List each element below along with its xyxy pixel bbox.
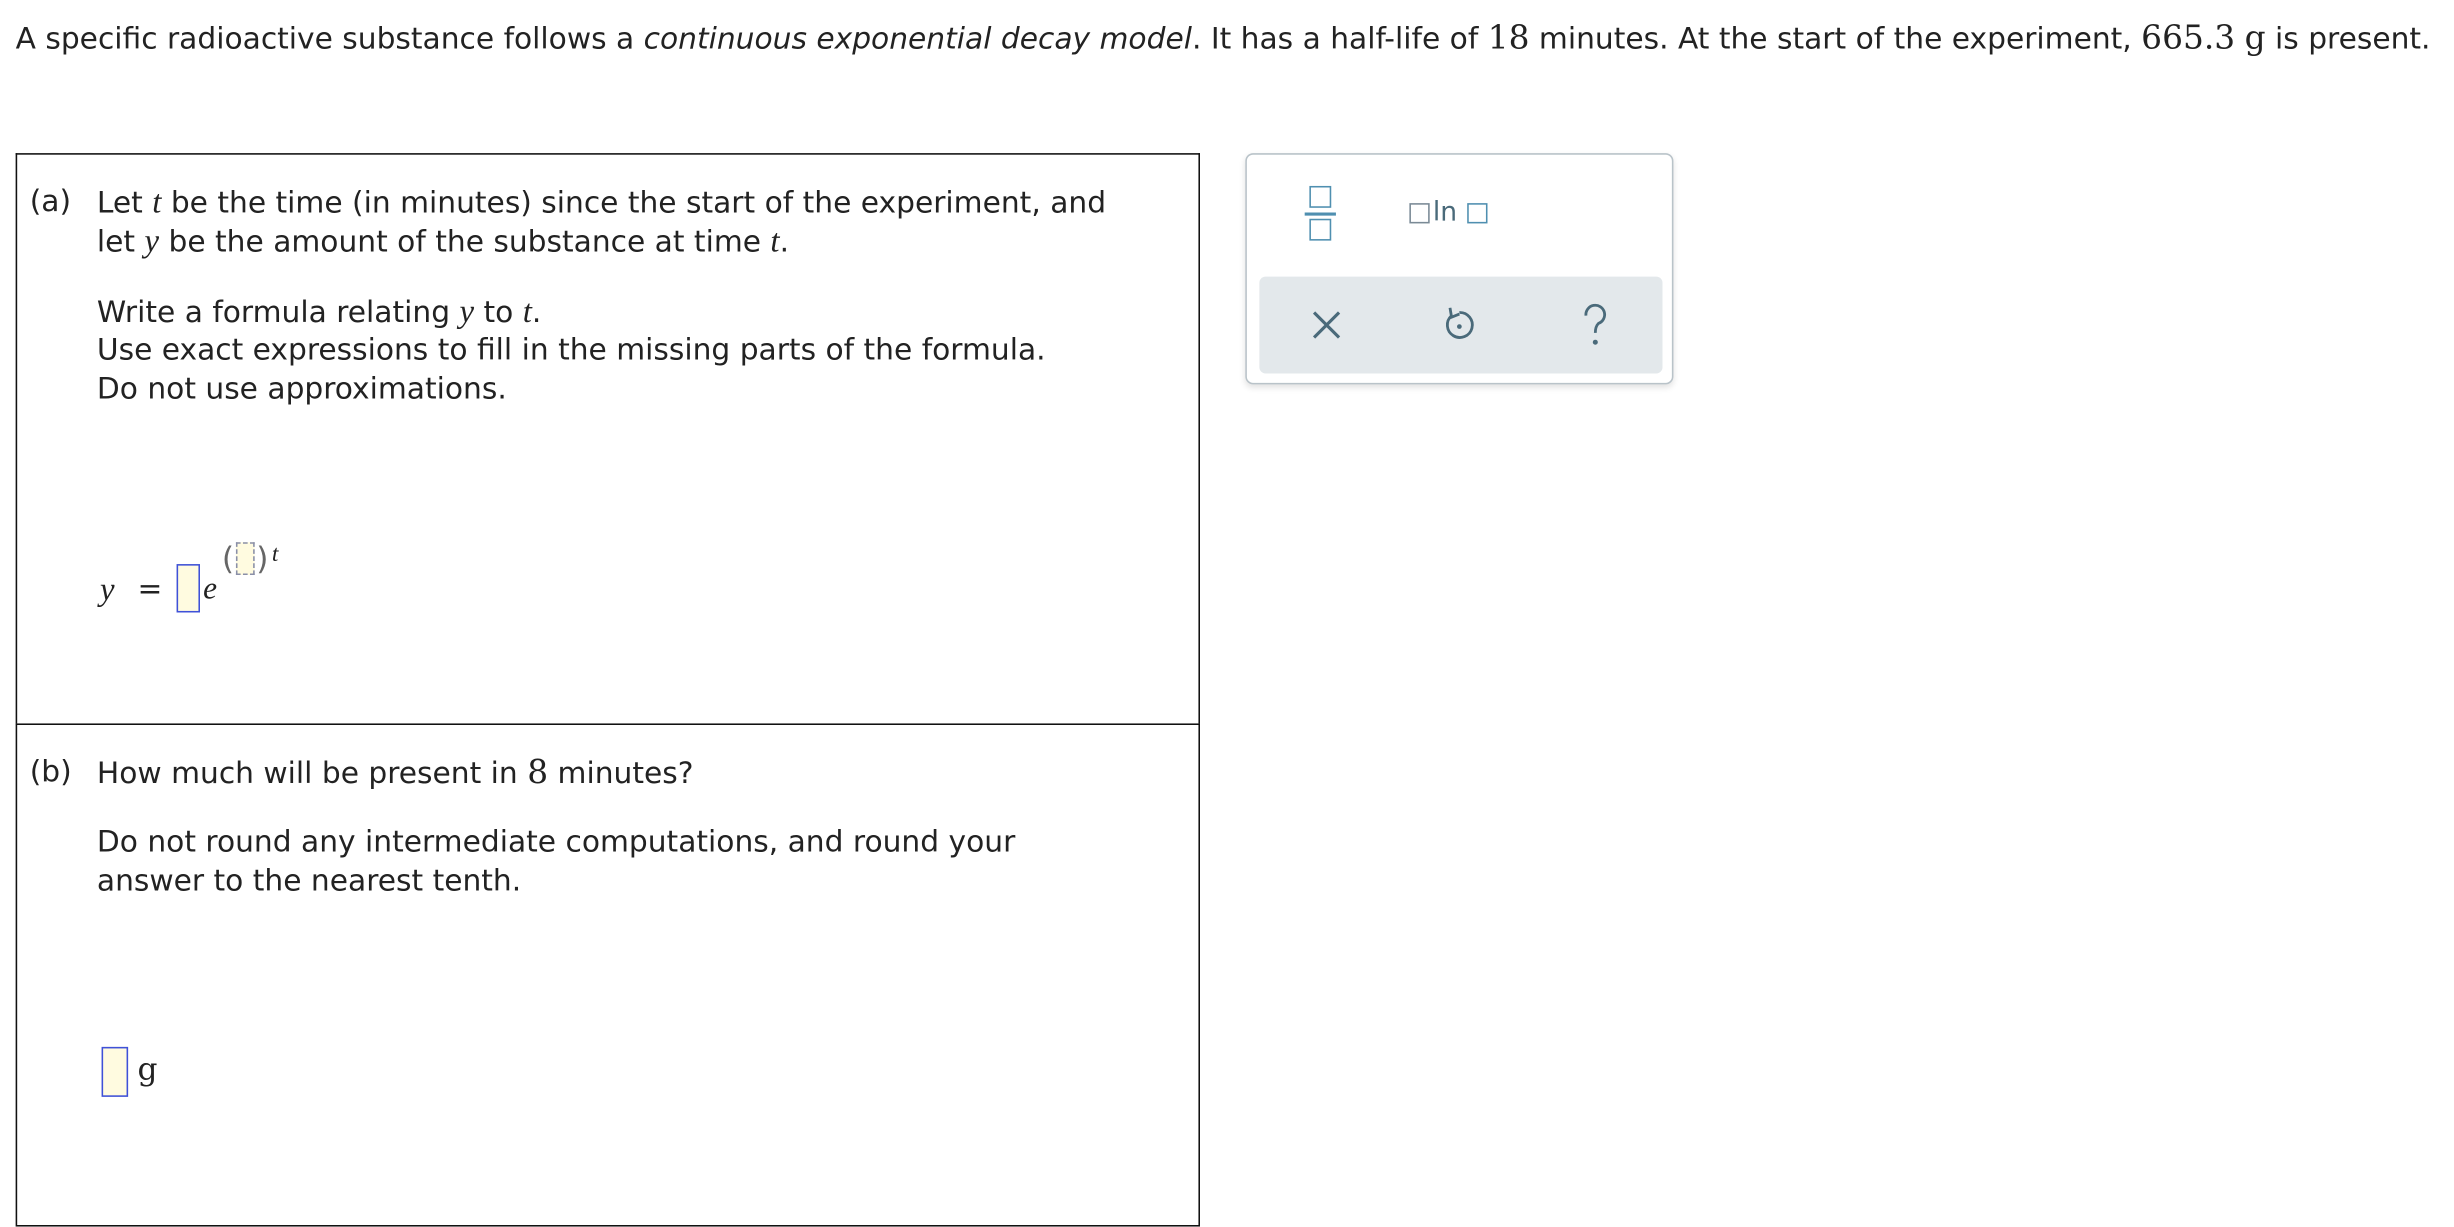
text: . [531, 295, 542, 330]
part-b-panel: (b) How much will be present in 8 minute… [15, 723, 1200, 1227]
part-b-question: How much will be present in 8 minutes? [97, 753, 1191, 794]
intro-unit: g [2244, 18, 2266, 57]
intro-text: minutes. At the start of the experiment, [1529, 21, 2142, 57]
intro-text: is present. [2265, 21, 2431, 57]
formula-exponent-t: t [271, 542, 279, 568]
intro-text: . It has a half-life of [1191, 21, 1488, 57]
ln-right-box-icon [1467, 203, 1488, 224]
coefficient-input[interactable] [176, 564, 200, 613]
ln-button[interactable]: ln [1406, 195, 1500, 233]
formula-lhs: y [100, 570, 115, 608]
formula-equals: = [137, 571, 163, 607]
part-a-line-1: Let t be the time (in minutes) since the… [97, 183, 1191, 224]
amount-input[interactable] [101, 1046, 129, 1097]
part-a-panel: (a) Let t be the time (in minutes) since… [15, 153, 1200, 725]
fraction-button[interactable] [1300, 183, 1344, 249]
ln-left-box-icon [1409, 203, 1430, 224]
close-icon [1312, 311, 1341, 339]
help-button[interactable] [1575, 302, 1616, 349]
action-toolbar [1259, 276, 1663, 374]
text: How much will be present in [96, 756, 528, 791]
part-a-line-3: Write a formula relating y to t. [97, 292, 1191, 333]
text: minutes? [548, 756, 694, 791]
problem-page: A specific radioactive substance follows… [0, 0, 2454, 1227]
part-b-label: (b) [29, 754, 72, 790]
text: Let [96, 185, 153, 221]
minutes-value: 8 [527, 753, 549, 791]
text: to [474, 295, 523, 330]
half-life-value: 18 [1487, 18, 1530, 57]
clear-button[interactable] [1306, 305, 1347, 346]
part-a-line-5: Do not use approximations. [96, 371, 507, 407]
text: Write a formula relating [96, 295, 460, 330]
exponent-group: ( ) [222, 539, 291, 580]
undo-icon [1445, 307, 1474, 339]
exponent-rate-input[interactable] [235, 542, 255, 575]
initial-amount-value: 665.3 [2141, 18, 2236, 57]
intro-space [2235, 22, 2244, 56]
part-b-instruction-2: answer to the nearest tenth. [96, 864, 522, 899]
fraction-denominator-icon [1309, 218, 1332, 241]
part-a-line-2: let y be the amount of the substance at … [97, 222, 1191, 263]
text: let [96, 225, 145, 260]
text: . [779, 225, 790, 260]
formula-base-e: e [203, 571, 218, 607]
part-a-line-4: Use exact expressions to fill in the mis… [96, 332, 1046, 368]
text: be the amount of the substance at time [159, 225, 771, 260]
fraction-bar-icon [1304, 212, 1336, 215]
intro-model: continuous exponential decay model [643, 21, 1192, 57]
math-var: y [459, 292, 475, 330]
problem-statement: A specific radioactive substance follows… [16, 16, 2435, 63]
exponent-right-paren: ) [256, 539, 269, 577]
undo-button[interactable] [1439, 305, 1480, 346]
math-var: t [770, 221, 780, 260]
formula: y = e ( ) t [97, 539, 378, 623]
ln-label: ln [1432, 196, 1458, 229]
part-b-instruction-1: Do not round any intermediate computatio… [96, 825, 1016, 860]
amount-unit: g [137, 1050, 158, 1088]
math-var: y [144, 221, 160, 260]
part-a-label: (a) [29, 184, 72, 219]
exponent-left-paren: ( [221, 539, 235, 577]
fraction-numerator-icon [1309, 185, 1332, 208]
help-icon [1584, 303, 1606, 345]
math-palette: ln [1245, 153, 1674, 385]
intro-text: A specific radioactive substance follows… [15, 21, 644, 57]
text: be the time (in minutes) since the start… [161, 185, 1107, 221]
